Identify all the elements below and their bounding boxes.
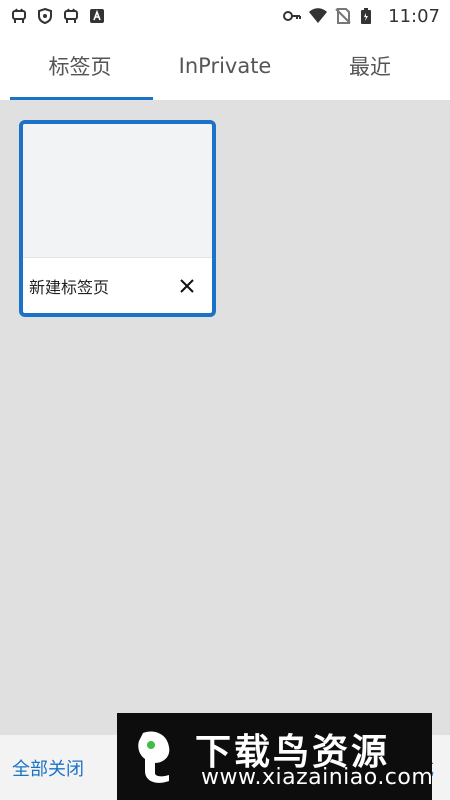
tab-card-title: 新建标签页: [29, 278, 110, 297]
key-icon: [282, 7, 302, 25]
status-icons-right: 11:07: [282, 6, 440, 27]
tabs-header: 标签页 InPrivate 最近: [0, 32, 450, 100]
status-bar: 11:07: [0, 0, 450, 32]
tab-card-preview[interactable]: [23, 124, 212, 258]
watermark-url: www.xiazainiao.com: [201, 765, 434, 790]
bug-icon: [62, 7, 80, 25]
tab-inprivate[interactable]: InPrivate: [150, 32, 300, 100]
no-sim-icon: [334, 7, 352, 25]
clock-time: 11:07: [388, 5, 440, 27]
status-icons-left: [10, 7, 106, 25]
tab-card[interactable]: 新建标签页: [19, 120, 216, 317]
watermark-banner: 下载鸟资源 www.xiazainiao.com: [117, 713, 434, 800]
wifi-icon: [308, 7, 328, 25]
a-box-icon: [88, 7, 106, 25]
tab-card-footer: 新建标签页: [23, 258, 212, 313]
tab-tabs[interactable]: 标签页: [5, 32, 155, 100]
bug-icon: [10, 7, 28, 25]
tab-recent[interactable]: 最近: [295, 32, 445, 100]
tab-grid: 新建标签页: [0, 100, 450, 735]
bird-logo-icon: [125, 723, 189, 787]
battery-icon: [360, 7, 378, 25]
close-all-button[interactable]: 全部关闭: [12, 735, 84, 800]
shield-icon: [36, 7, 54, 25]
close-icon[interactable]: [178, 277, 196, 295]
